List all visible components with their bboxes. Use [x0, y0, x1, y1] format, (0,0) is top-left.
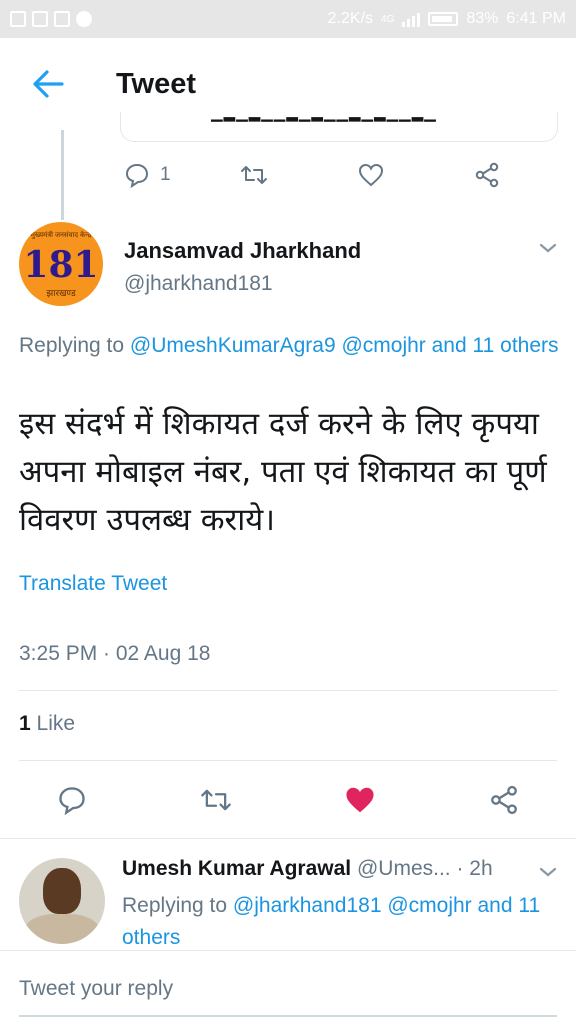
reply-icon: [59, 787, 85, 815]
reply-author-handle: @Umes...: [356, 857, 451, 880]
like-button[interactable]: [340, 782, 380, 818]
tweet-actions: [0, 770, 576, 830]
reply-replying-to: Replying to @jharkhand181 @cmojhr and 11…: [122, 890, 542, 954]
avatar-body: [25, 914, 99, 944]
avatar-top-text: मुख्यमंत्री जनसंवाद केन्द्र: [30, 232, 92, 239]
author-avatar[interactable]: मुख्यमंत्री जनसंवाद केन्द्र 181 झारखण्ड: [19, 222, 103, 306]
share-icon: [491, 785, 517, 815]
previous-tweet-actions: 1: [120, 155, 520, 195]
tweet-text: इस संदर्भ में शिकायत दर्ज करने के लिए कृ…: [19, 406, 547, 538]
translate-tweet-link[interactable]: Translate Tweet: [19, 572, 167, 596]
share-button[interactable]: [484, 782, 524, 818]
like-label: Like: [30, 712, 76, 735]
author-name[interactable]: Jansamvad Jharkhand: [124, 238, 361, 264]
reply-author-avatar[interactable]: [19, 858, 105, 944]
divider: [0, 838, 576, 839]
reply-input-underline: [19, 1015, 557, 1017]
reply-author-name: Umesh Kumar Agrawal: [122, 857, 352, 880]
author-handle[interactable]: @jharkhand181: [124, 272, 273, 296]
avatar-number: 181: [23, 244, 99, 286]
avatar-head: [43, 868, 81, 914]
replying-to-prefix: Replying to: [19, 334, 130, 357]
notification-icons: [10, 11, 92, 27]
share-icon: [475, 162, 499, 188]
image-notification-icon: [10, 11, 26, 27]
thread-connector-line: [61, 130, 64, 220]
page-title: Tweet: [116, 67, 197, 100]
quoted-tweet-card[interactable]: ▁▂▁▂▁▁▂▁▂▁▁▂▁▂▁▁▂▁: [120, 112, 558, 142]
retweet-button[interactable]: [196, 782, 236, 818]
previous-share-button[interactable]: [474, 162, 500, 188]
battery-percent: 83%: [466, 10, 499, 27]
status-bar: 2.2K/s 4G 83% 6:41 PM: [0, 0, 576, 38]
previous-retweet-button[interactable]: [240, 163, 268, 187]
reply-compose-bar[interactable]: Tweet your reply: [0, 950, 576, 1024]
heart-filled-icon: [346, 787, 374, 813]
clock: 6:41 PM: [506, 10, 566, 27]
retweet-icon: [201, 789, 231, 811]
reply-time: · 2h: [456, 857, 493, 880]
gallery-notification-icon: [54, 11, 70, 27]
battery-icon: [428, 12, 459, 26]
heart-outline-icon: [358, 163, 384, 187]
arrow-left-icon: [33, 70, 64, 98]
whatsapp-icon: [76, 11, 92, 27]
tweet-options-button[interactable]: [536, 238, 560, 258]
network-speed: 2.2K/s: [327, 10, 374, 27]
previous-reply-button[interactable]: 1: [124, 162, 171, 188]
previous-reply-count: 1: [160, 164, 171, 185]
reply-icon: [125, 163, 149, 188]
signal-icon: [402, 11, 421, 27]
chevron-down-icon: [539, 867, 557, 877]
replying-to: Replying to @UmeshKumarAgra9 @cmojhr and…: [19, 330, 559, 362]
tweet-timestamp: 3:25 PM · 02 Aug 18: [19, 642, 211, 665]
divider: [19, 690, 557, 691]
avatar-bottom-text: झारखण्ड: [46, 288, 76, 298]
chevron-down-icon: [539, 243, 557, 253]
replying-to-mentions[interactable]: @UmeshKumarAgra9 @cmojhr and 11 others: [130, 334, 559, 357]
reply-options-button[interactable]: [536, 862, 560, 882]
network-type: 4G: [381, 13, 395, 25]
like-count-row[interactable]: 1 Like: [19, 712, 75, 736]
back-button[interactable]: [0, 38, 96, 130]
retweet-icon: [241, 166, 267, 184]
check-notification-icon: [32, 11, 48, 27]
reply-button[interactable]: [52, 782, 92, 818]
previous-like-button[interactable]: [358, 163, 384, 187]
quoted-tweet-clipped-text: ▁▂▁▂▁▁▂▁▂▁▁▂▁▂▁▁▂▁: [211, 112, 437, 122]
reply-input-placeholder[interactable]: Tweet your reply: [19, 977, 173, 1001]
divider: [19, 760, 557, 761]
like-count: 1: [19, 712, 31, 735]
reply-author-line[interactable]: Umesh Kumar Agrawal @Umes... · 2h: [122, 857, 532, 881]
reply-replying-to-prefix: Replying to: [122, 894, 233, 917]
